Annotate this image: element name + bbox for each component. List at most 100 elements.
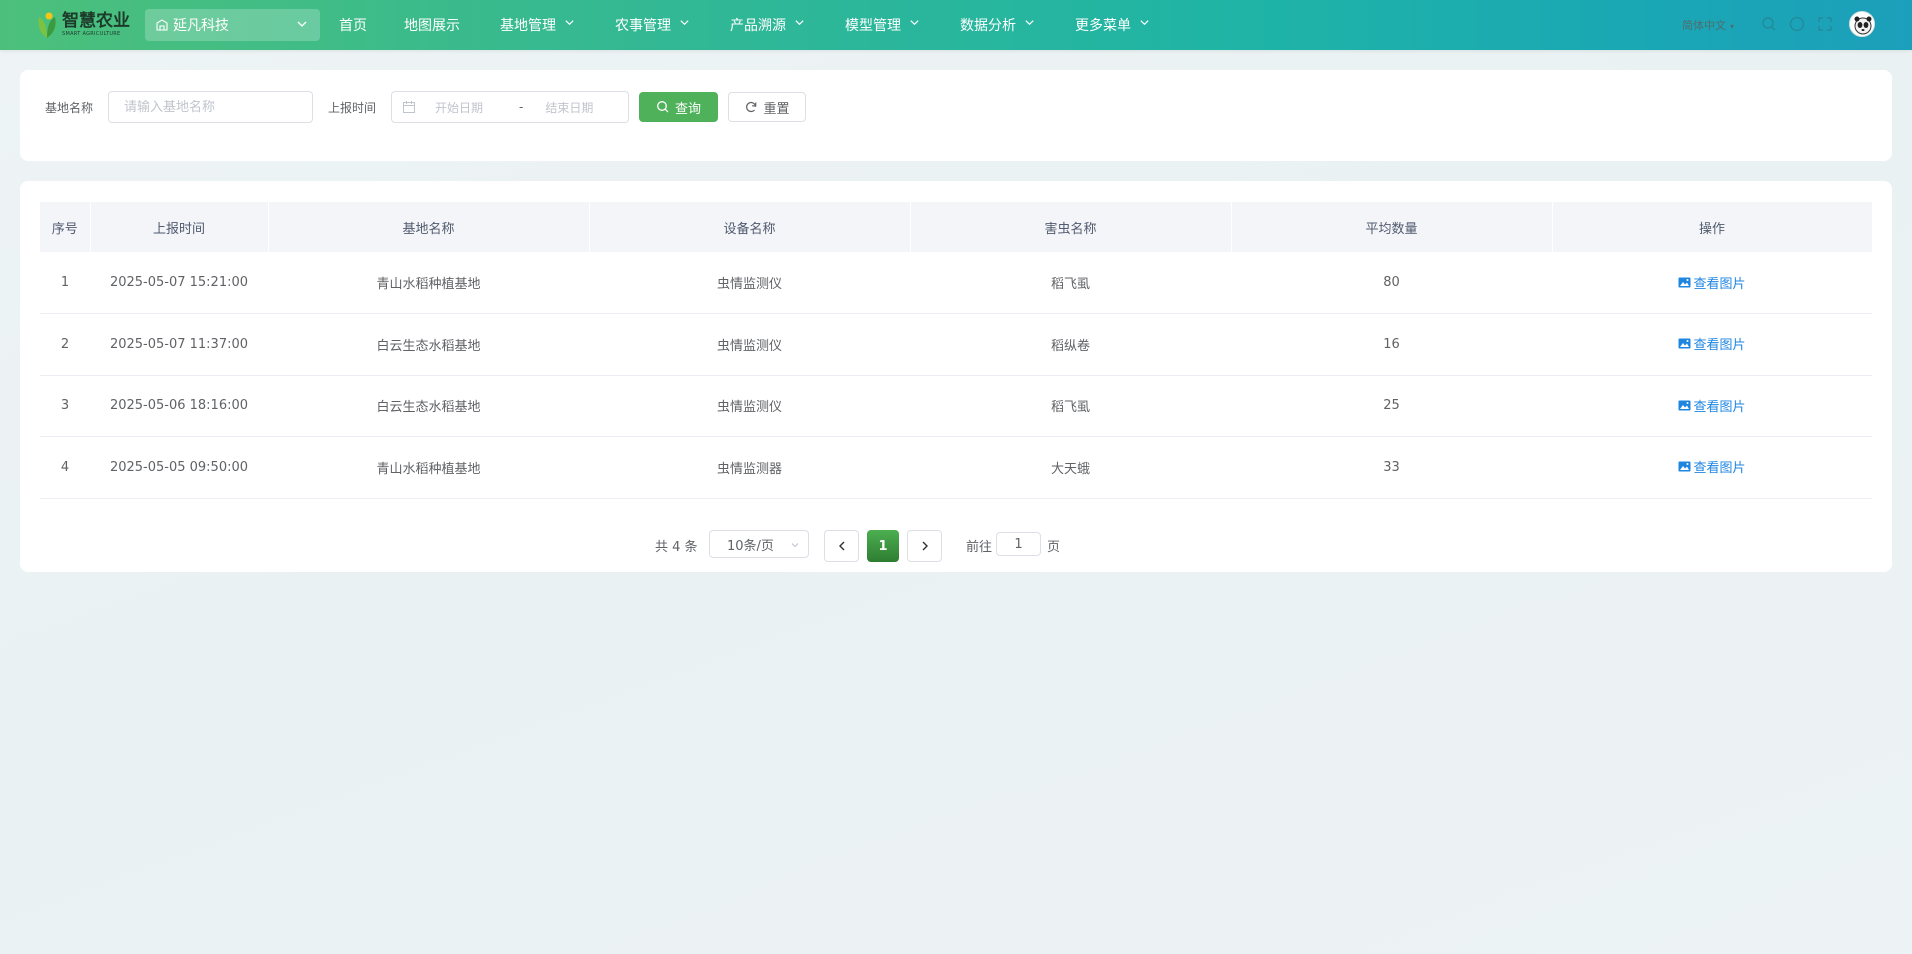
- column-header-report-time[interactable]: 上报时间: [90, 202, 269, 252]
- picture-icon: [1678, 400, 1691, 411]
- chevron-down-icon: [680, 19, 689, 25]
- cell-pest-name: 稻纵卷: [910, 313, 1231, 376]
- report-time-label: 上报时间: [328, 101, 377, 115]
- chevron-right-icon: [922, 541, 928, 551]
- table-row: 1 2025-05-07 15:21:00 青山水稻种植基地 虫情监测仪 稻飞虱…: [40, 252, 1872, 314]
- page-number-current[interactable]: 1: [867, 530, 899, 562]
- prev-page-button[interactable]: [824, 530, 859, 562]
- cell-avg-count: 33: [1231, 436, 1552, 499]
- cell-pest-name: 大天蛾: [910, 436, 1231, 499]
- goto-page-input[interactable]: 1: [996, 532, 1041, 556]
- nav-more-menu[interactable]: 更多菜单: [1055, 0, 1170, 50]
- report-time-range-picker[interactable]: 开始日期 - 结束日期: [391, 91, 629, 123]
- fullscreen-icon[interactable]: [1817, 16, 1833, 32]
- nav-more-label: 更多菜单: [1075, 18, 1131, 34]
- cell-actions: 查看图片: [1552, 436, 1872, 499]
- cell-device-name: 虫情监测仪: [589, 252, 910, 314]
- pest-report-table: 序号 上报时间 基地名称 设备名称 害虫名称 平均数量 操作 1 2025-05…: [40, 202, 1873, 499]
- view-image-link[interactable]: 查看图片: [1678, 396, 1746, 415]
- goto-label: 前往: [966, 540, 993, 555]
- refresh-icon: [746, 102, 757, 113]
- tenant-name: 延凡科技: [173, 18, 229, 34]
- page-size-select[interactable]: 10条/页: [709, 530, 809, 558]
- goto-suffix: 页: [1047, 540, 1061, 555]
- nav-home[interactable]: 首页: [320, 0, 385, 50]
- cell-index: 2: [40, 313, 90, 376]
- column-header-pest-name[interactable]: 害虫名称: [910, 202, 1232, 252]
- main-nav: 首页 地图展示 基地管理 农事管理 产品溯源 模型管理 数据分析 更多菜单: [320, 0, 1170, 50]
- cell-device-name: 虫情监测仪: [589, 313, 910, 376]
- language-selector[interactable]: 简体中文 ▾: [1682, 17, 1734, 33]
- view-image-label: 查看图片: [1693, 461, 1746, 477]
- column-header-base-name[interactable]: 基地名称: [268, 202, 590, 252]
- base-name-input-wrapper: [108, 91, 313, 123]
- query-button[interactable]: 查询: [639, 92, 718, 122]
- nav-base-management[interactable]: 基地管理: [480, 0, 595, 50]
- nav-product-trace[interactable]: 产品溯源: [710, 0, 825, 50]
- cell-avg-count: 16: [1231, 313, 1552, 376]
- cell-index: 1: [40, 252, 90, 314]
- query-button-label: 查询: [674, 101, 701, 117]
- nav-home-label: 首页: [339, 18, 367, 34]
- nav-trace-label: 产品溯源: [730, 18, 786, 34]
- cell-index: 3: [40, 375, 90, 437]
- nav-base-label: 基地管理: [500, 18, 556, 34]
- building-icon: [156, 19, 168, 31]
- tenant-selector[interactable]: 延凡科技: [145, 9, 320, 41]
- column-header-device-name[interactable]: 设备名称: [589, 202, 911, 252]
- base-name-input[interactable]: [124, 99, 312, 115]
- start-date-input[interactable]: 开始日期: [435, 99, 505, 116]
- view-image-label: 查看图片: [1693, 338, 1746, 354]
- cell-base-name: 白云生态水稻基地: [268, 313, 589, 376]
- caret-down-icon: ▾: [1730, 22, 1735, 31]
- cell-device-name: 虫情监测仪: [589, 375, 910, 437]
- brand-logo[interactable]: 智慧农业 SMART AGRICULTURE: [36, 9, 136, 41]
- cell-device-name: 虫情监测器: [589, 436, 910, 499]
- chevron-down-icon: [795, 19, 804, 25]
- search-icon[interactable]: [1761, 16, 1777, 32]
- column-header-actions[interactable]: 操作: [1552, 202, 1873, 252]
- search-panel: 基地名称 上报时间 开始日期 - 结束日期 查询 重置: [20, 70, 1892, 161]
- chevron-down-icon: [565, 19, 574, 25]
- cell-index: 4: [40, 436, 90, 499]
- nav-farming-management[interactable]: 农事管理: [595, 0, 710, 50]
- reset-button-label: 重置: [763, 101, 790, 117]
- view-image-link[interactable]: 查看图片: [1678, 334, 1746, 354]
- cell-pest-name: 稻飞虱: [910, 375, 1231, 437]
- nav-analysis-label: 数据分析: [960, 18, 1016, 34]
- cell-pest-name: 稻飞虱: [910, 252, 1231, 314]
- table-row: 2 2025-05-07 11:37:00 白云生态水稻基地 虫情监测仪 稻纵卷…: [40, 313, 1872, 376]
- nav-data-analysis[interactable]: 数据分析: [940, 0, 1055, 50]
- base-name-label: 基地名称: [45, 101, 94, 115]
- column-header-avg-count[interactable]: 平均数量: [1231, 202, 1553, 252]
- range-separator: -: [519, 100, 524, 114]
- chevron-down-icon: [1025, 19, 1034, 25]
- cell-actions: 查看图片: [1552, 375, 1872, 437]
- nav-model-label: 模型管理: [845, 18, 901, 34]
- data-table-panel: 序号 上报时间 基地名称 设备名称 害虫名称 平均数量 操作 1 2025-05…: [20, 181, 1892, 572]
- chevron-down-icon: [297, 21, 307, 27]
- avatar-image-icon: [1851, 13, 1874, 36]
- cell-report-time: 2025-05-07 15:21:00: [90, 252, 268, 314]
- cell-base-name: 白云生态水稻基地: [268, 375, 589, 437]
- language-label: 简体中文: [1682, 19, 1726, 32]
- cell-report-time: 2025-05-06 18:16:00: [90, 375, 268, 437]
- column-header-index[interactable]: 序号: [40, 202, 91, 252]
- cell-base-name: 青山水稻种植基地: [268, 252, 589, 314]
- next-page-button[interactable]: [907, 530, 942, 562]
- view-image-link[interactable]: 查看图片: [1678, 457, 1746, 477]
- nav-map[interactable]: 地图展示: [385, 0, 480, 50]
- chevron-left-icon: [838, 541, 844, 551]
- github-icon[interactable]: [1789, 16, 1805, 32]
- nav-model-management[interactable]: 模型管理: [825, 0, 940, 50]
- user-avatar[interactable]: [1849, 11, 1875, 37]
- end-date-input[interactable]: 结束日期: [545, 99, 593, 116]
- chevron-down-icon: [910, 19, 919, 25]
- reset-button[interactable]: 重置: [728, 92, 806, 122]
- calendar-icon: [403, 101, 415, 113]
- nav-map-label: 地图展示: [404, 18, 460, 34]
- table-row: 4 2025-05-05 09:50:00 青山水稻种植基地 虫情监测器 大天蛾…: [40, 436, 1872, 499]
- view-image-link[interactable]: 查看图片: [1678, 273, 1746, 292]
- cell-actions: 查看图片: [1552, 252, 1872, 314]
- page-size-value: 10条/页: [727, 538, 774, 554]
